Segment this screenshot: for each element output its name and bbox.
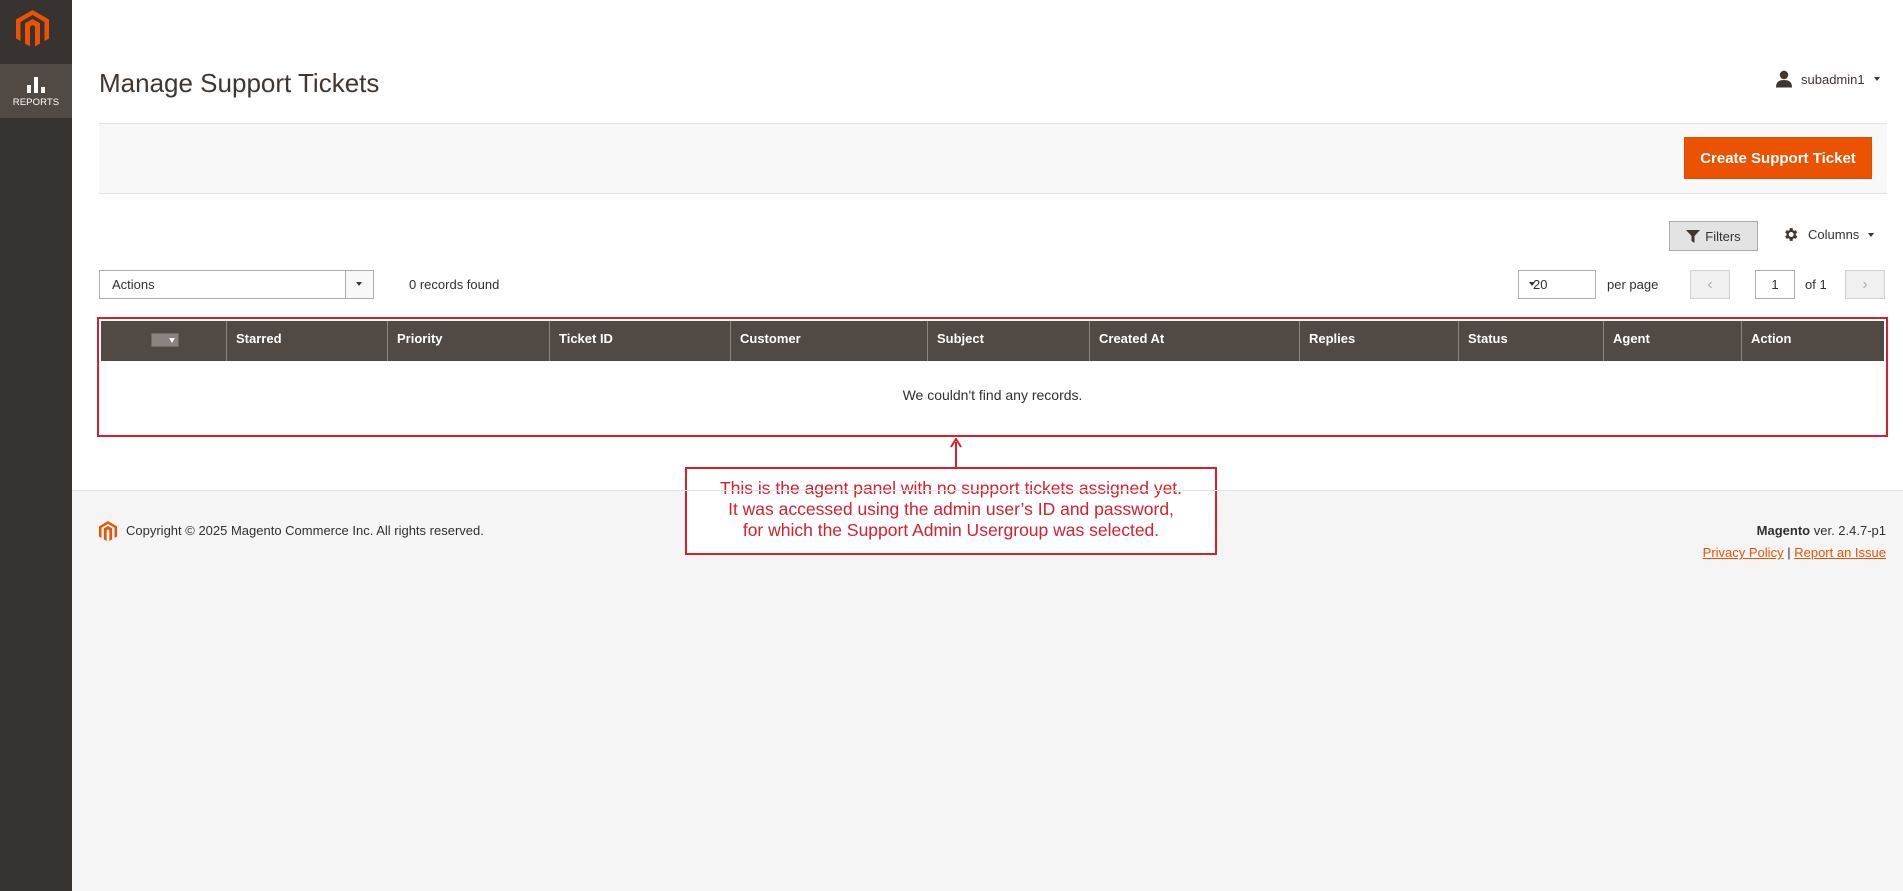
columns-label: Columns [1808, 227, 1860, 242]
chevron-left-icon: ‹ [1707, 275, 1713, 293]
dropdown-toggle[interactable] [345, 271, 373, 298]
user-menu[interactable]: subadmin1 [1775, 70, 1880, 88]
column-header-subject[interactable]: Subject [927, 321, 1089, 361]
column-header-action[interactable]: Action [1741, 321, 1884, 361]
annotation-arrow-icon [950, 438, 962, 468]
create-support-ticket-button[interactable]: Create Support Ticket [1684, 137, 1872, 179]
privacy-policy-link[interactable]: Privacy Policy [1703, 545, 1784, 560]
link-separator: | [1787, 545, 1791, 560]
records-found: 0 records found [409, 277, 500, 292]
previous-page-button[interactable]: ‹ [1690, 270, 1730, 299]
chevron-down-icon [169, 338, 175, 343]
per-page-value: 20 [1533, 277, 1548, 292]
total-pages: of 1 [1805, 277, 1827, 292]
columns-control[interactable]: Columns [1782, 226, 1875, 243]
chevron-down-icon [1868, 232, 1875, 237]
chevron-down-icon [1529, 282, 1535, 286]
chevron-down-icon [356, 282, 362, 286]
mass-actions-select[interactable]: Actions [99, 270, 374, 299]
annotation-line: for which the Support Admin Usergroup wa… [742, 520, 1160, 540]
page-title: Manage Support Tickets [99, 68, 380, 98]
per-page-select[interactable]: 20 [1518, 270, 1596, 299]
admin-sidebar: REPORTS [0, 0, 72, 891]
page-number-input[interactable]: 1 [1755, 270, 1795, 299]
column-header-agent[interactable]: Agent [1603, 321, 1741, 361]
grid-header: Starred Priority Ticket ID Customer Subj… [101, 321, 1884, 361]
magento-logo-icon [99, 521, 117, 542]
brand-name: Magento [1756, 523, 1811, 538]
tickets-grid: Starred Priority Ticket ID Customer Subj… [97, 317, 1888, 437]
gear-icon [1785, 228, 1798, 241]
page-actions-bar [99, 123, 1887, 194]
chevron-down-icon [1873, 77, 1880, 81]
user-icon [1776, 70, 1792, 88]
column-header-replies[interactable]: Replies [1299, 321, 1458, 361]
bar-chart-icon [27, 77, 45, 93]
version-info: Magento ver. 2.4.7-p1 [1757, 523, 1886, 538]
user-name: subadmin1 [1801, 71, 1865, 87]
column-header-priority[interactable]: Priority [387, 321, 549, 361]
magento-logo-icon[interactable] [16, 10, 49, 48]
column-header-customer[interactable]: Customer [730, 321, 927, 361]
sidebar-item-reports[interactable]: REPORTS [0, 64, 72, 118]
per-page-label: per page [1607, 277, 1659, 292]
column-header-created-at[interactable]: Created At [1089, 321, 1299, 361]
filters-button[interactable]: Filters [1669, 221, 1758, 251]
filters-label: Filters [1705, 228, 1741, 244]
filter-icon [1686, 229, 1701, 243]
next-page-button[interactable]: › [1845, 270, 1885, 299]
sidebar-item-label: REPORTS [12, 97, 60, 108]
column-header-status[interactable]: Status [1458, 321, 1603, 361]
footer-links: Privacy Policy | Report an Issue [1703, 545, 1886, 560]
mass-actions-value: Actions [112, 277, 155, 292]
chevron-right-icon: › [1862, 275, 1868, 293]
empty-grid-message: We couldn't find any records. [902, 387, 1083, 403]
footer-divider [72, 490, 1903, 491]
annotation-line: It was accessed using the admin user’s I… [728, 499, 1174, 519]
column-header-starred[interactable]: Starred [226, 321, 387, 361]
report-issue-link[interactable]: Report an Issue [1794, 545, 1886, 560]
copyright-text: Copyright © 2025 Magento Commerce Inc. A… [126, 523, 484, 538]
annotation-line: This is the agent panel with no support … [719, 478, 1183, 498]
column-header-ticket-id[interactable]: Ticket ID [549, 321, 730, 361]
version-number: ver. 2.4.7-p1 [1810, 523, 1886, 538]
annotation-callout: This is the agent panel with no support … [685, 467, 1217, 555]
mass-select-checkbox[interactable] [151, 333, 179, 347]
